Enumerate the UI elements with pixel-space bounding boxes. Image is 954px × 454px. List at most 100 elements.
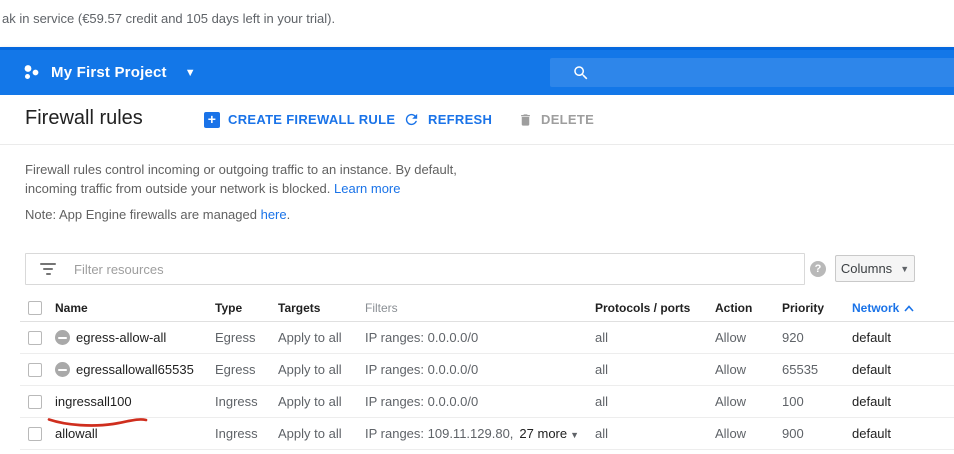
page-description: Firewall rules control incoming or outgo… — [25, 160, 457, 198]
delete-label: DELETE — [541, 112, 595, 127]
cell-priority: 65535 — [782, 362, 819, 377]
trial-banner-text: ak in service (€59.57 credit and 105 day… — [2, 11, 336, 26]
cell-type: Egress — [215, 330, 256, 345]
columns-dropdown-button[interactable]: Columns ▼ — [835, 255, 915, 282]
chevron-down-icon: ▼ — [900, 263, 910, 274]
network-header-label: Network — [852, 301, 900, 315]
trash-icon — [521, 113, 530, 126]
cell-targets: Apply to all — [278, 426, 342, 441]
row-checkbox-cell — [20, 426, 50, 441]
note-text: Note: App Engine firewalls are managed — [25, 207, 261, 222]
cell-network[interactable]: default — [852, 426, 954, 441]
rule-name: egress-allow-all — [76, 330, 167, 345]
filter-resources-box[interactable] — [25, 253, 805, 285]
chevron-down-icon: ▼ — [184, 66, 196, 79]
cell-filters: IP ranges: 0.0.0.0/0 — [365, 362, 479, 377]
cell-filters: IP ranges: 109.11.129.80, 27 more ▼ — [365, 426, 595, 441]
cell-name[interactable]: egress-allow-all — [50, 330, 215, 345]
refresh-label: REFRESH — [428, 112, 493, 127]
main-content: Firewall rules control incoming or outgo… — [0, 145, 954, 454]
cell-priority: 920 — [782, 330, 804, 345]
more-ips-expander[interactable]: 27 more ▼ — [519, 426, 579, 441]
learn-more-link[interactable]: Learn more — [334, 181, 400, 196]
cell-protocols: all — [595, 362, 609, 377]
cell-name[interactable]: egressallowall65535 — [50, 362, 215, 377]
cell-network[interactable]: default — [852, 362, 954, 377]
cell-targets: Apply to all — [278, 394, 342, 409]
cell-priority: 100 — [782, 394, 804, 409]
sort-ascending-icon — [904, 304, 914, 312]
row-checkbox-cell — [20, 330, 50, 345]
header-checkbox-cell — [20, 301, 50, 315]
refresh-icon — [405, 113, 418, 126]
cell-name[interactable]: ingressall100 — [47, 394, 215, 427]
app-header: My First Project ▼ — [0, 47, 954, 95]
refresh-button[interactable]: REFRESH — [403, 95, 492, 144]
trial-banner: ak in service (€59.57 credit and 105 day… — [0, 0, 954, 47]
rule-name: egressallowall65535 — [76, 362, 194, 377]
cell-filters: IP ranges: 0.0.0.0/0 — [365, 394, 479, 409]
filter-icon — [40, 263, 56, 275]
page-title: Firewall rules — [25, 107, 143, 129]
rule-name: ingressall100 — [55, 394, 132, 409]
cell-targets: Apply to all — [278, 362, 342, 377]
cell-type: Egress — [215, 362, 256, 377]
cell-protocols: all — [595, 394, 609, 409]
select-all-checkbox[interactable] — [28, 301, 42, 315]
filter-resources-input[interactable] — [74, 261, 804, 277]
delete-button[interactable]: DELETE — [518, 95, 594, 144]
header-search-bar[interactable] — [550, 58, 954, 87]
chevron-down-icon: ▼ — [570, 430, 580, 440]
here-link[interactable]: here — [261, 207, 287, 222]
cell-action: Allow — [715, 330, 747, 345]
cell-name[interactable]: allowall — [50, 426, 215, 441]
column-header-name[interactable]: Name — [50, 301, 215, 315]
page-toolbar: Firewall rules + CREATE FIREWALL RULE RE… — [0, 95, 954, 145]
column-header-protocols[interactable]: Protocols / ports — [595, 301, 715, 315]
table-row: egressallowall65535 Egress Apply to all … — [20, 354, 954, 386]
row-checkbox[interactable] — [28, 394, 42, 409]
cell-type: Ingress — [215, 394, 258, 409]
cell-network[interactable]: default — [852, 330, 954, 345]
help-icon[interactable]: ? — [810, 261, 826, 277]
description-line1: Firewall rules control incoming or outgo… — [25, 162, 457, 177]
cell-filters: IP ranges: 0.0.0.0/0 — [365, 330, 479, 345]
row-checkbox-cell — [20, 362, 50, 377]
description-line2: incoming traffic from outside your netwo… — [25, 181, 335, 196]
cell-protocols: all — [595, 426, 609, 441]
egress-minus-icon — [55, 362, 70, 377]
create-firewall-rule-label: CREATE FIREWALL RULE — [228, 112, 396, 127]
column-header-network[interactable]: Network — [852, 301, 954, 315]
filters-ip-text: IP ranges: 109.11.129.80, — [365, 426, 514, 441]
note-period: . — [286, 207, 291, 222]
cell-type: Ingress — [215, 426, 258, 441]
table-row: allowall Ingress Apply to all IP ranges:… — [20, 418, 954, 450]
column-header-targets[interactable]: Targets — [278, 301, 365, 315]
row-checkbox-cell — [20, 394, 50, 409]
create-firewall-rule-button[interactable]: + CREATE FIREWALL RULE — [204, 95, 395, 144]
column-header-priority[interactable]: Priority — [782, 301, 852, 315]
cell-action: Allow — [715, 394, 747, 409]
table-row: egress-allow-all Egress Apply to all IP … — [20, 322, 954, 354]
rule-name: allowall — [55, 426, 98, 441]
column-header-action[interactable]: Action — [715, 301, 782, 315]
column-header-filters: Filters — [365, 301, 398, 315]
cell-protocols: all — [595, 330, 609, 345]
row-checkbox[interactable] — [28, 330, 42, 345]
project-switcher[interactable]: My First Project ▼ — [22, 50, 196, 95]
cell-action: Allow — [715, 362, 747, 377]
row-checkbox[interactable] — [28, 362, 42, 377]
firewall-rules-table: Name Type Targets Filters Protocols / po… — [20, 295, 954, 450]
project-icon — [24, 65, 39, 79]
search-icon — [574, 65, 588, 79]
cell-priority: 900 — [782, 426, 804, 441]
app-engine-note: Note: App Engine firewalls are managed h… — [25, 207, 290, 222]
egress-minus-icon — [55, 330, 70, 345]
more-ips-label: 27 more — [519, 426, 568, 441]
column-header-type[interactable]: Type — [215, 301, 278, 315]
table-row: ingressall100 Ingress Apply to all IP ra… — [20, 386, 954, 427]
row-checkbox[interactable] — [28, 426, 42, 441]
table-header-row: Name Type Targets Filters Protocols / po… — [20, 295, 954, 322]
cell-network[interactable]: default — [852, 394, 954, 409]
plus-icon: + — [204, 111, 220, 128]
